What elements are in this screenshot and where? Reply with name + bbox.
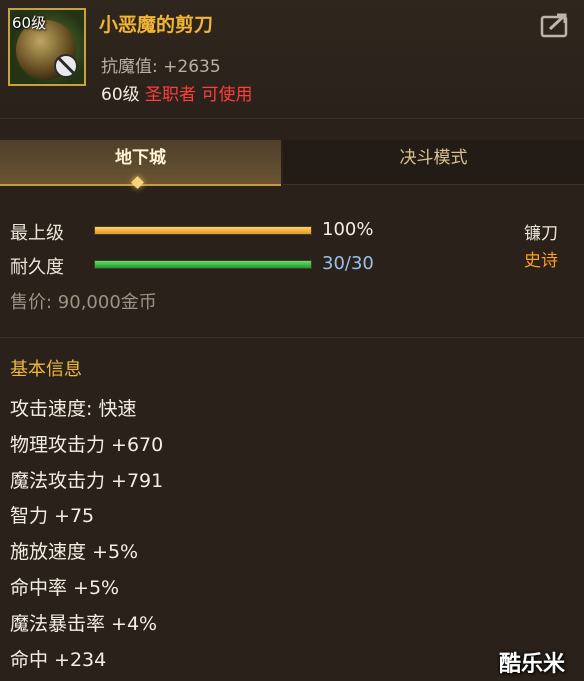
quality-bar xyxy=(94,226,312,235)
attribute-row: 施放速度 +5% xyxy=(10,541,139,564)
quality-label: 最上级 xyxy=(10,223,64,244)
resist-value: +2635 xyxy=(163,57,221,77)
durability-bar-fill xyxy=(95,261,311,268)
item-header: 60级 小恶魔的剪刀 抗魔值: +2635 60级 圣职者 可使用 xyxy=(0,0,584,119)
attribute-row: 物理攻击力 +670 xyxy=(10,433,164,456)
item-name: 小恶魔的剪刀 xyxy=(99,14,214,36)
attribute-row: 魔法攻击力 +791 xyxy=(10,469,164,492)
quality-value: 100% xyxy=(322,219,374,240)
tab-duel-mode[interactable]: 决斗模式 xyxy=(283,140,584,185)
sell-price: 售价: 90,000金币 xyxy=(10,292,157,313)
durability-value: 30/30 xyxy=(322,253,374,274)
ban-icon xyxy=(54,54,78,78)
durability-bar xyxy=(94,260,312,269)
resist-label: 抗魔值: xyxy=(101,57,158,77)
basic-info-title: 基本信息 xyxy=(10,359,82,380)
item-icon-frame[interactable]: 60级 xyxy=(8,8,86,86)
attribute-row: 命中率 +5% xyxy=(10,577,120,599)
attribute-row: 命中 +234 xyxy=(10,648,107,671)
class-requirement: 圣职者 可使用 xyxy=(145,85,253,105)
item-level-badge: 60级 xyxy=(12,14,47,32)
requirement-line: 60级 圣职者 可使用 xyxy=(101,80,252,105)
durability-label: 耐久度 xyxy=(10,257,64,278)
weapon-type: 镰刀 xyxy=(524,224,558,244)
required-level: 60级 xyxy=(101,85,140,105)
section-divider xyxy=(0,337,584,338)
resist-stat: 抗魔值: +2635 xyxy=(101,52,221,77)
attribute-row: 魔法暴击率 +4% xyxy=(10,612,158,635)
tab-bar: 地下城 决斗模式 xyxy=(0,140,584,186)
share-icon[interactable] xyxy=(540,12,572,38)
watermark: 酷乐米 xyxy=(499,652,566,677)
attribute-row: 智力 +75 xyxy=(10,505,95,528)
rarity-label: 史诗 xyxy=(524,251,558,271)
attribute-row: 攻击速度: 快速 xyxy=(10,398,137,420)
quality-bar-fill xyxy=(95,227,311,234)
